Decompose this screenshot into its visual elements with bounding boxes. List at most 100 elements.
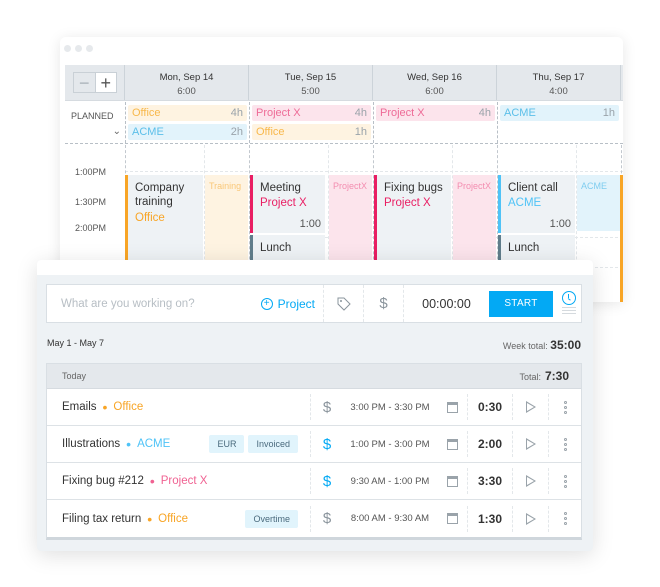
event-ghost[interactable]: ACME bbox=[577, 175, 620, 231]
project-dot-icon: • bbox=[147, 510, 153, 527]
zoom-control: − + bbox=[65, 65, 125, 100]
billable-toggle[interactable]: $ bbox=[310, 468, 343, 494]
tag-button[interactable] bbox=[324, 285, 364, 322]
play-icon bbox=[525, 512, 536, 525]
tag-badge[interactable]: Invoiced bbox=[248, 435, 298, 453]
week-total-value: 35:00 bbox=[550, 338, 581, 352]
list-icon[interactable] bbox=[562, 307, 576, 316]
billable-toggle[interactable]: $ bbox=[310, 431, 343, 457]
planned-hours: 4h bbox=[230, 107, 243, 119]
day-total: 6:00 bbox=[425, 86, 444, 97]
planned-project: ACME bbox=[132, 126, 164, 138]
tag-badge[interactable]: EUR bbox=[209, 435, 245, 453]
entry-description-cell[interactable]: Illustrations • ACME bbox=[47, 437, 209, 451]
entry-project[interactable]: Office bbox=[158, 513, 188, 525]
entry-description: Fixing bug #212 bbox=[62, 475, 144, 487]
planned-chip[interactable]: ACME 1h bbox=[500, 105, 619, 121]
event-color-bar bbox=[498, 175, 501, 233]
planned-day: Project X 4h bbox=[373, 102, 497, 143]
event-color-bar bbox=[250, 175, 253, 233]
more-vertical-icon bbox=[563, 512, 567, 515]
planned-project: Project X bbox=[256, 107, 301, 119]
calendar-icon bbox=[446, 401, 458, 413]
zoom-in-button[interactable]: + bbox=[94, 73, 116, 92]
event-title: Meeting bbox=[260, 182, 301, 194]
planned-chip[interactable]: Office 4h bbox=[128, 105, 247, 121]
planned-chip[interactable]: ACME 2h bbox=[128, 124, 247, 140]
planned-hours: 1h bbox=[354, 126, 367, 138]
entry-description: Emails bbox=[62, 401, 97, 413]
continue-button[interactable] bbox=[512, 468, 548, 494]
entry-duration[interactable]: 3:30 bbox=[467, 468, 512, 494]
time-entry[interactable]: Illustrations • ACME EUR Invoiced $ 1:00… bbox=[47, 426, 581, 463]
chevron-down-icon[interactable]: ⌄ bbox=[113, 126, 121, 137]
entry-duration[interactable]: 2:00 bbox=[467, 431, 512, 457]
more-menu-button[interactable] bbox=[548, 431, 581, 457]
day-label: Tue, Sep 15 bbox=[284, 72, 337, 83]
calendar-event[interactable]: Client call ACME 1:00 bbox=[498, 175, 575, 233]
date-picker[interactable] bbox=[437, 394, 467, 420]
day-total-label: Total: bbox=[519, 372, 541, 382]
planned-project: Project X bbox=[380, 107, 425, 119]
planned-hours: 2h bbox=[230, 126, 243, 138]
entry-duration[interactable]: 1:30 bbox=[467, 505, 512, 532]
day-header: Wed, Sep 16 6:00 bbox=[373, 65, 497, 100]
clock-icon[interactable] bbox=[562, 291, 576, 305]
day-total: 5:00 bbox=[301, 86, 320, 97]
calendar-event[interactable]: Meeting Project X 1:00 bbox=[250, 175, 325, 233]
start-button[interactable]: START bbox=[489, 290, 553, 317]
entry-time-range[interactable]: 8:00 AM - 9:30 AM bbox=[343, 506, 437, 532]
billable-toggle[interactable]: $ bbox=[310, 505, 343, 532]
continue-button[interactable] bbox=[512, 394, 548, 420]
timer-bar: + Project $ 00:00:00 START bbox=[46, 284, 582, 323]
entry-project[interactable]: Project X bbox=[161, 475, 208, 487]
planned-chip[interactable]: Project X 4h bbox=[252, 105, 371, 121]
continue-button[interactable] bbox=[512, 505, 548, 532]
time-label: 1:30PM bbox=[75, 197, 107, 207]
window-dot bbox=[86, 45, 93, 52]
date-picker[interactable] bbox=[437, 431, 467, 457]
more-menu-button[interactable] bbox=[548, 468, 581, 494]
entry-project[interactable]: Office bbox=[113, 401, 143, 413]
planned-project: ACME bbox=[504, 107, 536, 119]
more-menu-button[interactable] bbox=[548, 505, 581, 532]
window-dot bbox=[64, 45, 71, 52]
entry-description-cell[interactable]: Filing tax return • Office bbox=[47, 512, 245, 526]
dollar-icon: $ bbox=[322, 435, 332, 453]
billable-button[interactable]: $ bbox=[364, 285, 404, 322]
date-picker[interactable] bbox=[437, 506, 467, 532]
entry-tags: EUR Invoiced bbox=[209, 435, 310, 453]
event-project: Project X bbox=[384, 197, 431, 209]
day-total: Total: 7:30 bbox=[519, 369, 569, 383]
more-menu-button[interactable] bbox=[548, 394, 581, 420]
entry-duration[interactable]: 0:30 bbox=[467, 394, 512, 420]
tag-badge[interactable]: Overtime bbox=[245, 509, 298, 528]
week-total: Week total: 35:00 bbox=[503, 338, 581, 352]
entry-time-range[interactable]: 1:00 PM - 3:00 PM bbox=[343, 431, 437, 457]
mode-toggle[interactable] bbox=[557, 285, 581, 322]
plus-circle-icon: + bbox=[260, 297, 273, 310]
entry-time-range[interactable]: 3:00 PM - 3:30 PM bbox=[343, 394, 437, 420]
entry-description-cell[interactable]: Emails • Office bbox=[47, 400, 310, 414]
planned-chip[interactable]: Project X 4h bbox=[376, 105, 495, 121]
billable-toggle[interactable]: $ bbox=[310, 394, 343, 420]
event-title: Fixing bugs bbox=[384, 182, 443, 194]
entry-description: Illustrations bbox=[62, 438, 121, 450]
zoom-out-button[interactable]: − bbox=[74, 73, 95, 92]
continue-button[interactable] bbox=[512, 431, 548, 457]
time-entry[interactable]: Filing tax return • Office Overtime $ 8:… bbox=[47, 500, 581, 537]
time-entry[interactable]: Fixing bug #212 • Project X $ 9:30 AM - … bbox=[47, 463, 581, 500]
calendar-icon bbox=[446, 475, 458, 487]
event-duration: 1:00 bbox=[299, 218, 321, 230]
day-total: 4:00 bbox=[549, 86, 568, 97]
date-picker[interactable] bbox=[437, 468, 467, 494]
entry-project[interactable]: ACME bbox=[137, 438, 170, 450]
description-input[interactable] bbox=[47, 285, 253, 322]
more-vertical-icon bbox=[563, 400, 567, 404]
project-button[interactable]: + Project bbox=[253, 285, 324, 322]
planned-chip[interactable]: Office 1h bbox=[252, 124, 371, 140]
entry-time-range[interactable]: 9:30 AM - 1:00 PM bbox=[343, 468, 437, 494]
entry-description-cell[interactable]: Fixing bug #212 • Project X bbox=[47, 474, 310, 488]
project-dot-icon: • bbox=[102, 399, 108, 415]
time-entry[interactable]: Emails • Office $ 3:00 PM - 3:30 PM 0:30 bbox=[47, 389, 581, 426]
